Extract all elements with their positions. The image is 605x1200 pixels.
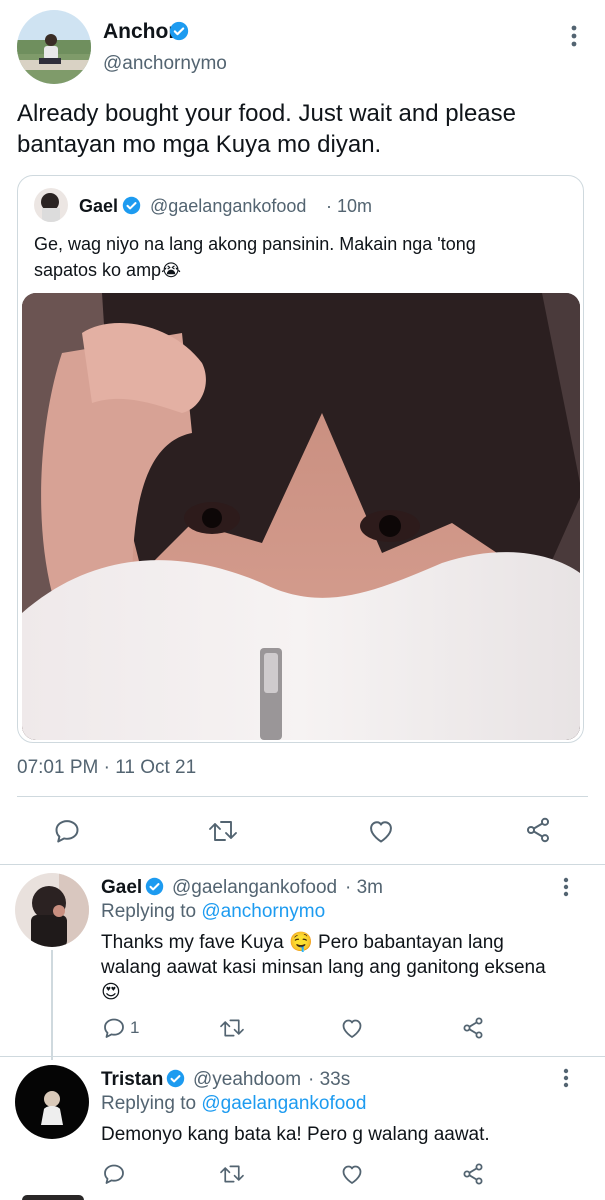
verified-badge-icon bbox=[169, 21, 189, 46]
replying-to-label: Replying to bbox=[101, 901, 197, 922]
crying-emoji: 😭 bbox=[161, 261, 181, 280]
more-options-icon[interactable] bbox=[555, 876, 577, 898]
divider bbox=[17, 796, 588, 797]
quoted-tweet[interactable]: Gael @gaelangankofood · 10m Ge, wag niyo… bbox=[17, 175, 584, 743]
quoted-author-handle: @gaelangankofood bbox=[150, 196, 307, 216]
reply-count: 1 bbox=[130, 1018, 140, 1037]
verified-badge-icon bbox=[166, 1069, 185, 1093]
retweet-icon[interactable] bbox=[218, 1162, 246, 1186]
share-icon[interactable] bbox=[460, 1015, 486, 1041]
quoted-photo[interactable] bbox=[22, 293, 580, 740]
more-options-icon[interactable] bbox=[555, 1067, 577, 1089]
reply-icon[interactable] bbox=[101, 1015, 127, 1041]
reply-text-part1: Thanks my fave Kuya bbox=[101, 932, 284, 953]
reply-author-name[interactable]: Gael bbox=[101, 877, 142, 899]
author-name[interactable]: Anchor bbox=[103, 20, 177, 44]
avatar[interactable] bbox=[17, 10, 91, 84]
reply-avatar[interactable] bbox=[15, 1065, 89, 1139]
reply-author-name[interactable]: Tristan bbox=[101, 1069, 163, 1091]
heart-eyes-emoji: 😍 bbox=[101, 982, 121, 1003]
quoted-text-line2-wrap: sapatos ko amp😭 bbox=[34, 257, 181, 284]
retweet-icon[interactable] bbox=[205, 814, 241, 848]
replying-to-link[interactable]: @anchornymo bbox=[201, 901, 325, 922]
verified-badge-icon bbox=[145, 877, 164, 901]
reply-time: · 33s bbox=[308, 1069, 351, 1090]
replying-to-link[interactable]: @gaelangankofood bbox=[201, 1093, 366, 1114]
reply-author-handle[interactable]: @gaelangankofood bbox=[172, 877, 337, 899]
next-reply-avatar[interactable] bbox=[22, 1195, 84, 1200]
reply-text: Thanks my fave Kuya 🤤 Pero babantayan la… bbox=[101, 930, 546, 1005]
author-handle[interactable]: @anchornymo bbox=[103, 53, 227, 75]
drooling-emoji: 🤤 bbox=[288, 932, 313, 953]
retweet-icon[interactable] bbox=[218, 1016, 246, 1040]
reply-time: · 3m bbox=[345, 877, 383, 898]
like-icon[interactable] bbox=[339, 1162, 365, 1186]
reply-text-part2: Pero babantayan lang bbox=[317, 932, 504, 953]
share-icon[interactable] bbox=[521, 813, 555, 847]
quoted-text-line2: sapatos ko amp bbox=[34, 260, 162, 280]
quoted-text-line1: Ge, wag niyo na lang akong pansinin. Mak… bbox=[34, 234, 476, 254]
verified-badge-icon bbox=[122, 196, 141, 220]
more-options-icon[interactable] bbox=[562, 24, 586, 48]
share-icon[interactable] bbox=[460, 1161, 486, 1187]
replying-to-line: Replying to @gaelangankofood bbox=[101, 1093, 366, 1115]
divider bbox=[0, 1056, 605, 1057]
quoted-time: · 10m bbox=[326, 196, 373, 216]
like-icon[interactable] bbox=[364, 814, 398, 848]
reply-text-part3: walang aawat kasi minsan lang ang ganito… bbox=[101, 957, 546, 978]
quoted-avatar bbox=[34, 188, 68, 222]
thread-line bbox=[51, 950, 53, 1060]
reply-icon[interactable] bbox=[101, 1161, 127, 1187]
replying-to-label: Replying to bbox=[101, 1093, 197, 1114]
like-icon[interactable] bbox=[339, 1016, 365, 1040]
reply-author-handle[interactable]: @yeahdoom bbox=[193, 1069, 301, 1091]
replying-to-line: Replying to @anchornymo bbox=[101, 901, 325, 923]
reply-icon[interactable] bbox=[50, 814, 84, 848]
reply-avatar[interactable] bbox=[15, 873, 89, 947]
tweet-text: Already bought your food. Just wait and … bbox=[17, 100, 516, 158]
divider bbox=[0, 864, 605, 865]
quoted-author-name: Gael bbox=[79, 196, 119, 216]
reply-text: Demonyo kang bata ka! Pero g walang aawa… bbox=[101, 1124, 490, 1145]
tweet-timestamp: 07:01 PM · 11 Oct 21 bbox=[17, 757, 197, 778]
